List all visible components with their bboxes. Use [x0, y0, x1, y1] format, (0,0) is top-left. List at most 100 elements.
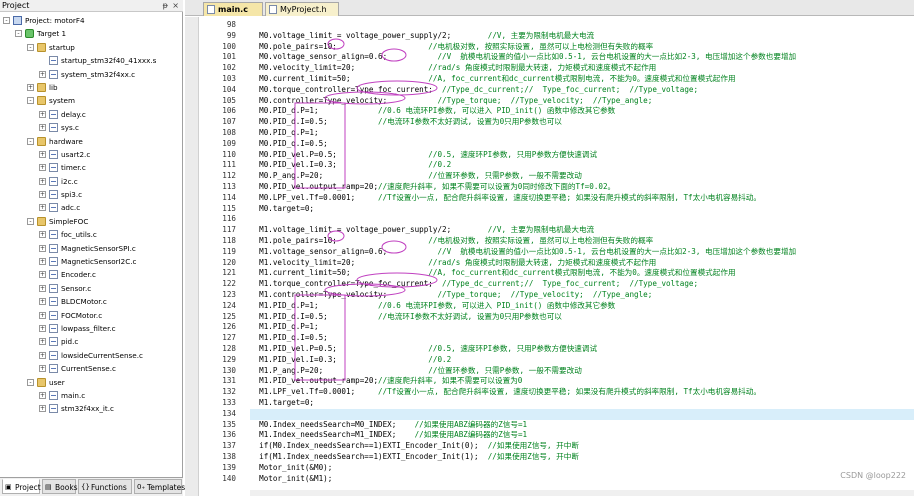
code-line[interactable]: M0.target=0;	[250, 204, 314, 215]
collapse-icon[interactable]: -	[15, 30, 22, 38]
expand-icon[interactable]: +	[39, 110, 46, 118]
tree-item[interactable]: + usart2.c	[0, 148, 182, 161]
code-line[interactable]: M0.PID_q.I=0.5;	[250, 139, 328, 150]
code-line[interactable]: M1.controller=Type_velocity; //Type_torq…	[250, 290, 652, 301]
collapse-icon[interactable]: -	[27, 43, 34, 51]
code-line[interactable]: M1.PID_vel.I=0.3; //0.2	[250, 355, 451, 366]
code-line[interactable]: M0.LPF_vel.Tf=0.0001; //Tf设置小一点, 配合爬升斜率设…	[250, 193, 761, 204]
tree-item[interactable]: + MagneticSensorSPI.c	[0, 242, 182, 255]
code-line[interactable]: M1.LPF_vel.Tf=0.0001; //Tf设置小一点, 配合爬升斜率设…	[250, 387, 761, 398]
tree-item[interactable]: + MagneticSensorI2C.c	[0, 255, 182, 268]
tree-item[interactable]: + pid.c	[0, 335, 182, 348]
code-line[interactable]: M0.PID_d.P=1; //0.6 电流环PI参数, 可以进入 PID_in…	[250, 106, 615, 117]
code-line[interactable]: M1.target=0;	[250, 398, 314, 409]
code-line[interactable]: M0.voltage_sensor_align=0.6; //V 航模电机设置的…	[250, 52, 796, 63]
tree-item[interactable]: + timer.c	[0, 161, 182, 174]
code-line[interactable]: M1.P_ang.P=20; //位置环参数, 只需P参数, 一般不需要改动	[250, 366, 582, 377]
expand-icon[interactable]: +	[39, 284, 46, 292]
expand-icon[interactable]: +	[39, 258, 46, 266]
code-line[interactable]: M0.PID_q.P=1;	[250, 128, 318, 139]
collapse-icon[interactable]: -	[27, 217, 34, 225]
tree-item[interactable]: + lowpass_filter.c	[0, 322, 182, 335]
code-line[interactable]: M1.voltage_sensor_align=0.6; //V 航模电机设置的…	[250, 247, 796, 258]
expand-icon[interactable]: +	[39, 244, 46, 252]
tab-main-c[interactable]: main.c	[203, 2, 263, 16]
code-line[interactable]: M1.current_limit=50; //A, foc_current和dc…	[250, 268, 735, 279]
tree-item[interactable]: + spi3.c	[0, 188, 182, 201]
tree-item[interactable]: + foc_utils.c	[0, 228, 182, 241]
expand-icon[interactable]: +	[39, 191, 46, 199]
code-line[interactable]: M0.PID_vel.I=0.3; //0.2	[250, 160, 451, 171]
tree-item[interactable]: - Project: motorF4	[0, 14, 182, 27]
collapse-icon[interactable]: -	[27, 137, 34, 145]
pin-icon[interactable]: ᵽ	[163, 0, 168, 12]
tree-item[interactable]: + main.c	[0, 389, 182, 402]
tree-item[interactable]: + i2c.c	[0, 175, 182, 188]
tree-item[interactable]: + lowsideCurrentSense.c	[0, 349, 182, 362]
tree-item[interactable]: + lib	[0, 81, 182, 94]
expand-icon[interactable]: +	[39, 351, 46, 359]
code-line[interactable]: Motor_init(&M0);	[250, 463, 332, 474]
tree-item[interactable]: - SimpleFOC	[0, 215, 182, 228]
expand-icon[interactable]: +	[39, 324, 46, 332]
tab-myproject-h[interactable]: MyProject.h	[265, 2, 339, 16]
code-line[interactable]: M0.torque_controller=Type_foc_current; /…	[250, 85, 698, 96]
panel-tab-functions[interactable]: {} Functions	[78, 479, 132, 494]
panel-tab-project[interactable]: ▣ Project	[2, 479, 41, 494]
code-line[interactable]: M1.torque_controller=Type_foc_current; /…	[250, 279, 698, 290]
code-line[interactable]: M0.current_limit=50; //A, foc_current和dc…	[250, 74, 735, 85]
tree-item[interactable]: + Encoder.c	[0, 268, 182, 281]
expand-icon[interactable]: +	[39, 391, 46, 399]
code-line[interactable]: M0.P_ang.P=20; //位置环参数, 只需P参数, 一般不需要改动	[250, 171, 582, 182]
tree-item[interactable]: + delay.c	[0, 108, 182, 121]
code-line[interactable]: M1.PID_d.P=1; //0.6 电流环PI参数, 可以进入 PID_in…	[250, 301, 615, 312]
collapse-icon[interactable]: -	[27, 97, 34, 105]
expand-icon[interactable]: +	[39, 231, 46, 239]
tree-item[interactable]: + sys.c	[0, 121, 182, 134]
expand-icon[interactable]: +	[39, 204, 46, 212]
code-line[interactable]	[250, 408, 914, 420]
tree-item[interactable]: startup_stm32f40_41xxx.s	[0, 54, 182, 67]
tree-item[interactable]: - user	[0, 376, 182, 389]
code-line[interactable]: if(M0.Index_needsSearch==1)EXTI_Encoder_…	[250, 441, 579, 452]
breakpoint-gutter[interactable]	[185, 17, 199, 496]
code-line[interactable]: M0.PID_vel.output_ramp=20;//速度爬升斜率, 如果不需…	[250, 182, 615, 193]
tree-item[interactable]: + stm32f4xx_it.c	[0, 402, 182, 415]
code-line[interactable]: if(M1.Index_needsSearch==1)EXTI_Encoder_…	[250, 452, 579, 463]
code-line[interactable]: M1.PID_q.P=1;	[250, 322, 318, 333]
expand-icon[interactable]: +	[39, 124, 46, 132]
expand-icon[interactable]: +	[39, 271, 46, 279]
code-line[interactable]: M1.PID_d.I=0.5; //电流环I参数不太好调试, 设置为0只用P参数…	[250, 312, 562, 323]
expand-icon[interactable]: +	[27, 83, 34, 91]
panel-tab-templates[interactable]: 0₊ Templates	[134, 479, 185, 494]
code-line[interactable]: M0.voltage_limit = voltage_power_supply/…	[250, 31, 594, 42]
code-line[interactable]: M0.Index_needsSearch=M0_INDEX; //如果使用ABZ…	[250, 420, 527, 431]
tree-item[interactable]: - system	[0, 94, 182, 107]
expand-icon[interactable]: +	[39, 338, 46, 346]
expand-icon[interactable]: +	[39, 311, 46, 319]
tree-item[interactable]: + Sensor.c	[0, 282, 182, 295]
tree-item[interactable]: + FOCMotor.c	[0, 309, 182, 322]
horizontal-scrollbar[interactable]	[250, 490, 914, 496]
code-line[interactable]: M1.pole_pairs=10; //电机极对数, 按照实际设置, 虽然可以上…	[250, 236, 653, 247]
code-line[interactable]: M1.velocity_limit=20; //rad/s 角度模式时限制最大转…	[250, 258, 656, 269]
expand-icon[interactable]: +	[39, 70, 46, 78]
code-line[interactable]: M0.controller=Type_velocity; //Type_torq…	[250, 96, 652, 107]
code-line[interactable]: M1.voltage_limit = voltage_power_supply/…	[250, 225, 594, 236]
tree-item[interactable]: - startup	[0, 41, 182, 54]
expand-icon[interactable]: +	[39, 298, 46, 306]
panel-tab-books[interactable]: ▤ Books	[42, 479, 78, 494]
tree-item[interactable]: + BLDCMotor.c	[0, 295, 182, 308]
expand-icon[interactable]: +	[39, 150, 46, 158]
code-line[interactable]: M0.PID_vel.P=0.5; //0.5, 速度环PI参数, 只用P参数方…	[250, 150, 597, 161]
code-area[interactable]: M0.voltage_limit = voltage_power_supply/…	[250, 17, 914, 496]
tree-item[interactable]: + CurrentSense.c	[0, 362, 182, 375]
code-line[interactable]: M1.PID_vel.output_ramp=20;//速度爬升斜率, 如果不需…	[250, 376, 522, 387]
tree-item[interactable]: + adc.c	[0, 201, 182, 214]
code-line[interactable]: M1.Index_needsSearch=M1_INDEX; //如果使用ABZ…	[250, 430, 527, 441]
collapse-icon[interactable]: -	[3, 17, 10, 24]
code-line[interactable]: M1.PID_vel.P=0.5; //0.5, 速度环PI参数, 只用P参数方…	[250, 344, 597, 355]
tree-item[interactable]: + system_stm32f4xx.c	[0, 68, 182, 81]
code-line[interactable]: Motor_init(&M1);	[250, 474, 332, 485]
expand-icon[interactable]: +	[39, 177, 46, 185]
